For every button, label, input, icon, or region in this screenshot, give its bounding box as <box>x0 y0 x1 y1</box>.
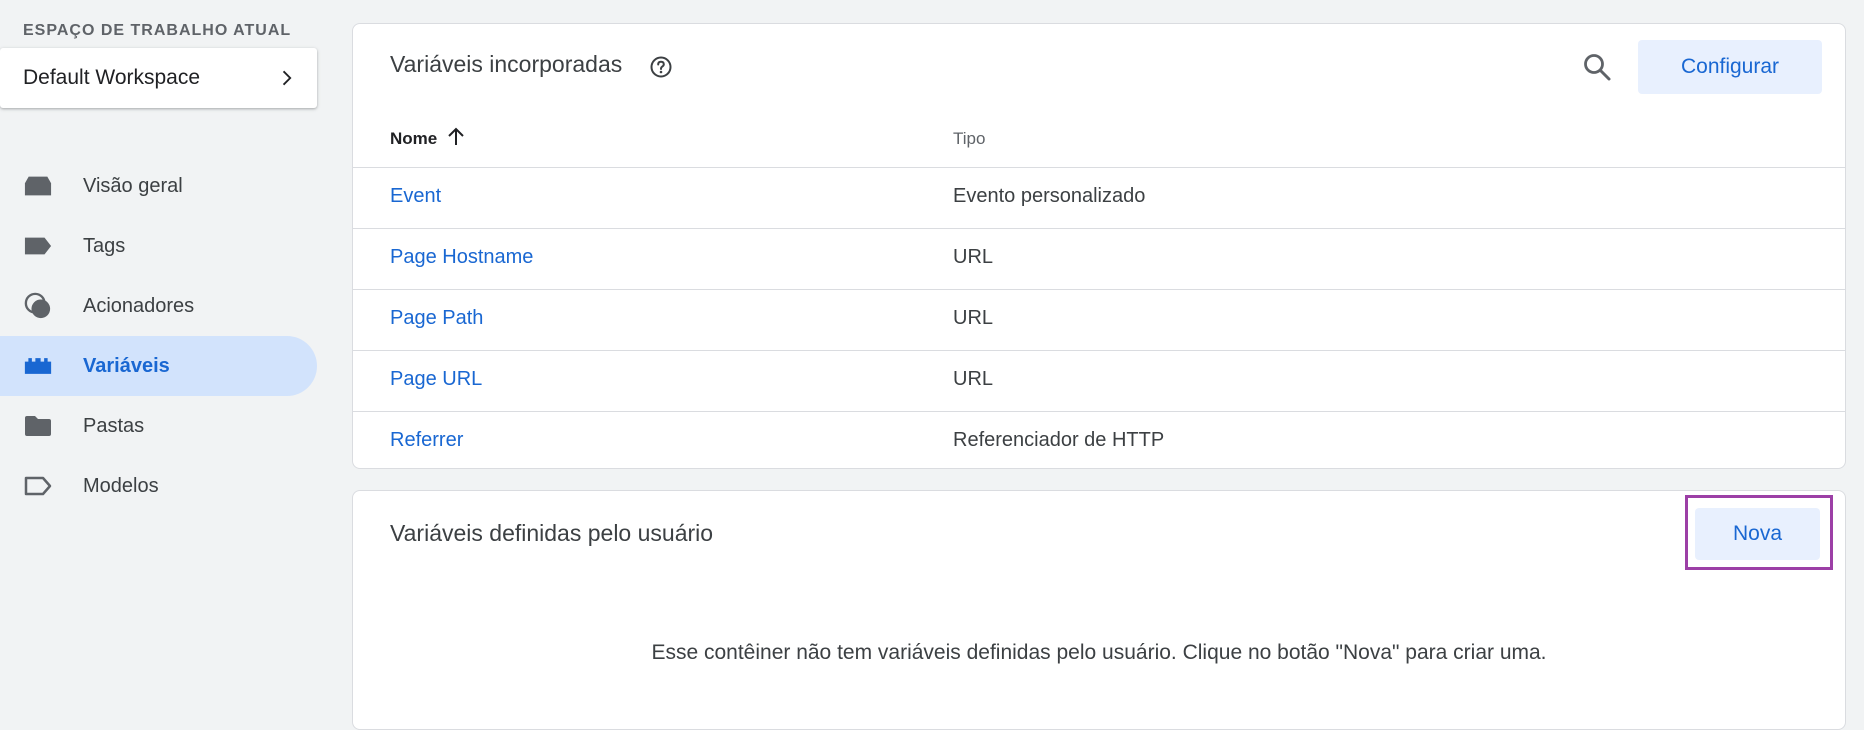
sidebar-item-label: Modelos <box>83 474 159 497</box>
builtin-variables-table: Event Evento personalizado Page Hostname… <box>353 167 1845 472</box>
variable-type: Referenciador de HTTP <box>953 429 1165 451</box>
search-icon[interactable] <box>1581 51 1613 83</box>
variable-name-link[interactable]: Event <box>390 185 441 208</box>
chevron-right-icon <box>282 70 292 86</box>
variable-type: URL <box>953 368 994 390</box>
variables-icon <box>24 352 52 380</box>
table-row: Event Evento personalizado <box>353 167 1845 228</box>
workspace-label: ESPAÇO DE TRABALHO ATUAL <box>23 22 292 39</box>
variable-name-link[interactable]: Page URL <box>390 368 482 391</box>
sidebar-item-overview[interactable]: Visão geral <box>0 156 317 216</box>
sidebar: ESPAÇO DE TRABALHO ATUAL Default Workspa… <box>0 0 330 706</box>
sidebar-item-triggers[interactable]: Acionadores <box>0 276 317 336</box>
sidebar-item-folders[interactable]: Pastas <box>0 396 317 456</box>
configure-button[interactable]: Configurar <box>1638 40 1822 94</box>
sidebar-item-label: Visão geral <box>83 174 183 197</box>
empty-state-message: Esse contêiner não tem variáveis definid… <box>651 641 1547 664</box>
table-row: Referrer Referenciador de HTTP <box>353 411 1845 472</box>
column-header-type: Tipo <box>953 129 986 148</box>
arrow-up-icon[interactable] <box>447 127 465 147</box>
user-defined-variables-card: Variáveis definidas pelo usuário Nova Es… <box>352 490 1846 730</box>
variable-type: Evento personalizado <box>953 185 1146 207</box>
user-defined-variables-title: Variáveis definidas pelo usuário <box>390 520 714 546</box>
variable-name-link[interactable]: Page Hostname <box>390 246 533 269</box>
trigger-icon <box>24 292 52 320</box>
builtin-variables-card: Variáveis incorporadas Configurar Nome T… <box>352 23 1846 469</box>
variable-type: URL <box>953 246 994 268</box>
sidebar-item-variables[interactable]: Variáveis <box>0 336 317 396</box>
help-icon[interactable] <box>649 55 673 79</box>
new-variable-button[interactable]: Nova <box>1695 508 1820 560</box>
sidebar-item-label: Acionadores <box>83 294 195 317</box>
sidebar-nav: Visão geral Tags Acionadores Variáveis P… <box>0 156 317 516</box>
builtin-variables-title: Variáveis incorporadas <box>390 51 623 77</box>
variable-name-link[interactable]: Referrer <box>390 429 463 452</box>
table-row: Page Hostname URL <box>353 228 1845 289</box>
tag-icon <box>24 232 52 260</box>
overview-icon <box>24 172 52 200</box>
workspace-name: Default Workspace <box>23 66 201 89</box>
table-row: Page Path URL <box>353 289 1845 350</box>
sidebar-item-label: Variáveis <box>83 354 170 377</box>
column-header-name[interactable]: Nome <box>390 129 437 149</box>
sidebar-item-label: Pastas <box>83 414 145 437</box>
template-icon <box>24 472 52 500</box>
workspace-selector[interactable]: Default Workspace <box>0 48 317 108</box>
sidebar-item-label: Tags <box>83 234 126 257</box>
sidebar-item-templates[interactable]: Modelos <box>0 456 317 516</box>
folder-icon <box>24 412 52 440</box>
variable-name-link[interactable]: Page Path <box>390 307 483 330</box>
table-row: Page URL URL <box>353 350 1845 411</box>
variable-type: URL <box>953 307 994 329</box>
sidebar-item-tags[interactable]: Tags <box>0 216 317 276</box>
